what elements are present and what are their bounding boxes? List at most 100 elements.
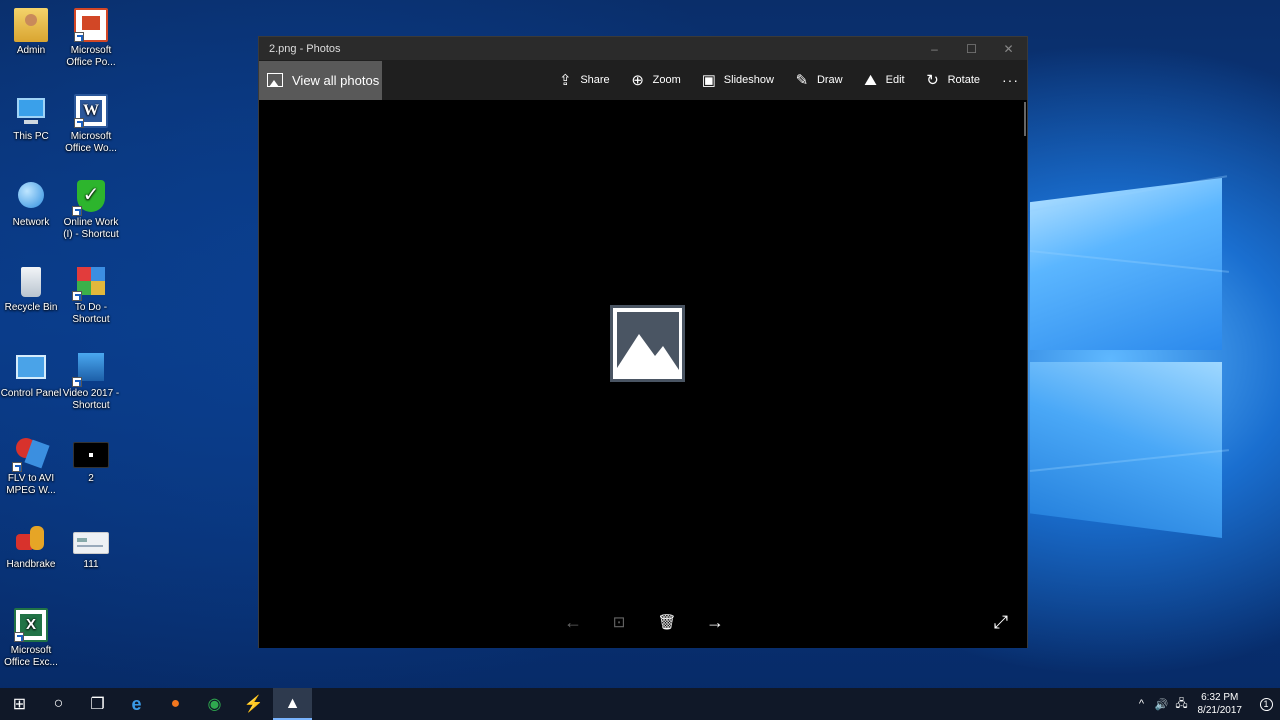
powerpoint-icon	[74, 8, 108, 42]
slideshow-label: Slideshow	[723, 74, 774, 86]
fullscreen-icon[interactable]: ⤢	[989, 610, 1013, 634]
delete-icon[interactable]: 🗑	[655, 610, 679, 634]
photo-canvas[interactable]: ← ⊡ 🗑 → ⤢	[259, 100, 1027, 648]
shield-check-icon: ✓	[72, 180, 108, 216]
present-icon[interactable]: ⊡	[607, 610, 631, 634]
excel-icon: X	[14, 608, 48, 642]
toolbar: View all photos ⇪ Share ⊕ Zoom ▣ Slidesh…	[259, 60, 1027, 100]
mountain-icon	[617, 312, 679, 376]
word-icon: W	[74, 94, 108, 128]
desktop-icon-label: Network	[12, 217, 50, 228]
desktop-icon-control-panel[interactable]: Control Panel	[0, 351, 62, 400]
firefox-taskbar-icon[interactable]: ●	[156, 688, 195, 720]
desktop-icon-label: Microsoft Office Exc...	[4, 645, 58, 668]
desktop-icon-label: Microsoft Office Po...	[66, 45, 116, 68]
chevron-up-icon[interactable]: ^	[1133, 698, 1151, 710]
desktop-icon-label: Recycle Bin	[4, 302, 58, 313]
zoom-button[interactable]: ⊕ Zoom	[629, 71, 681, 89]
desktop-icon-label: This PC	[13, 131, 49, 142]
desktop-icon-label: Microsoft Office Wo...	[65, 131, 117, 154]
system-tray: ^ 🔊 🖧 6:32 PM 8/21/2017 1	[1132, 688, 1280, 720]
image-thumbnail-icon	[73, 532, 109, 554]
edge-taskbar-icon[interactable]: e	[117, 688, 156, 720]
converter-icon	[12, 436, 50, 472]
more-options-button[interactable]: ···	[1002, 72, 1019, 88]
draw-label: Draw	[816, 74, 843, 86]
clock-time: 6:32 PM	[1201, 692, 1239, 703]
network-icon[interactable]: 🖧	[1173, 695, 1191, 714]
photos-taskbar-icon[interactable]: ▲	[273, 688, 312, 720]
rotate-button[interactable]: ↻ Rotate	[924, 71, 980, 89]
share-button[interactable]: ⇪ Share	[556, 71, 610, 89]
draw-button[interactable]: ✎ Draw	[793, 71, 843, 89]
desktop-icon-word[interactable]: W Microsoft Office Wo...	[60, 94, 122, 155]
maximize-button[interactable]: ☐	[953, 37, 990, 60]
desktop-icon-label: Handbrake	[6, 559, 56, 570]
close-button[interactable]: ✕	[990, 37, 1027, 60]
window-title: 2.png - Photos	[269, 42, 341, 55]
desktop-icon-label: Admin	[16, 45, 46, 56]
user-folder-icon	[14, 8, 48, 42]
share-icon: ⇪	[559, 71, 572, 89]
desktop-icon-this-pc[interactable]: This PC	[0, 94, 62, 143]
desktop-icon-handbrake[interactable]: Handbrake	[0, 522, 62, 571]
computer-icon	[14, 94, 48, 128]
todo-app-icon	[72, 265, 108, 301]
scrollbar[interactable]	[1024, 102, 1026, 136]
app-taskbar-icon[interactable]: ⚡	[234, 688, 273, 720]
desktop-icon-online-work[interactable]: ✓ Online Work (I) - Shortcut	[60, 180, 122, 241]
desktop-icon-file-2[interactable]: 2	[60, 436, 122, 485]
notification-icon[interactable]: 1	[1252, 688, 1280, 720]
view-all-label: View all photos	[292, 72, 380, 88]
desktop-icon-excel[interactable]: X Microsoft Office Exc...	[0, 608, 62, 669]
desktop-icon-recycle-bin[interactable]: Recycle Bin	[0, 265, 62, 314]
image-placeholder-icon	[610, 305, 685, 382]
desktop-icon-flv-to-avi[interactable]: FLV to AVI MPEG W...	[0, 436, 62, 497]
share-label: Share	[580, 74, 610, 86]
desktop-icon-video-2017[interactable]: Video 2017 - Shortcut	[60, 351, 122, 412]
wallpaper-pane	[1030, 362, 1222, 538]
notification-count: 1	[1259, 697, 1273, 711]
task-view-button[interactable]: ❐	[78, 688, 117, 720]
clock-date: 8/21/2017	[1197, 705, 1243, 716]
edit-button[interactable]: ⛰ Edit	[862, 71, 905, 89]
desktop-icon-todo[interactable]: To Do - Shortcut	[60, 265, 122, 326]
handbrake-icon	[14, 522, 48, 556]
desktop-icon-powerpoint[interactable]: Microsoft Office Po...	[60, 8, 122, 69]
desktop-icon-label: 111	[83, 559, 99, 570]
next-arrow-icon[interactable]: →	[703, 610, 727, 634]
desktop-icon-file-111[interactable]: 111	[60, 522, 122, 571]
toolbar-actions: ⇪ Share ⊕ Zoom ▣ Slideshow ✎ Draw ⛰ Edit…	[537, 60, 1019, 100]
photos-window: 2.png - Photos – ☐ ✕ View all photos ⇪ S…	[258, 36, 1028, 648]
slideshow-button[interactable]: ▣ Slideshow	[700, 71, 774, 89]
title-bar[interactable]: 2.png - Photos – ☐ ✕	[259, 37, 1027, 60]
edit-label: Edit	[885, 74, 905, 86]
desktop-icon-network[interactable]: Network	[0, 180, 62, 229]
zoom-icon: ⊕	[631, 71, 644, 89]
bottom-controls: ← ⊡ 🗑 → ⤢	[259, 610, 1027, 634]
view-all-photos-button[interactable]: View all photos	[259, 60, 382, 100]
video-app-icon	[72, 351, 108, 387]
network-icon	[14, 180, 48, 214]
desktop-icon-label: Video 2017 - Shortcut	[62, 388, 120, 411]
clock[interactable]: 6:32 PM 8/21/2017	[1198, 691, 1243, 717]
cortana-button[interactable]: ○	[39, 688, 78, 720]
photo-icon	[267, 73, 283, 87]
desktop-icon-label: Control Panel	[0, 388, 62, 399]
zoom-label: Zoom	[652, 74, 681, 86]
chrome-taskbar-icon[interactable]: ◉	[195, 688, 234, 720]
start-button[interactable]: ⊞	[0, 688, 39, 720]
image-thumbnail-icon	[73, 442, 109, 468]
minimize-button[interactable]: –	[916, 37, 953, 60]
desktop-icon-label: Online Work (I) - Shortcut	[63, 217, 119, 240]
recycle-bin-icon	[14, 265, 48, 299]
desktop-icon-label: 2	[88, 473, 94, 484]
rotate-icon: ↻	[926, 71, 939, 89]
volume-icon[interactable]: 🔊	[1153, 698, 1171, 711]
slideshow-icon: ▣	[701, 71, 716, 89]
draw-icon: ✎	[795, 71, 809, 89]
taskbar: ⊞ ○ ❐ e ● ◉ ⚡ ▲ ^ 🔊 🖧 6:32 PM 8/21/2017 …	[0, 688, 1280, 720]
desktop-icon-admin[interactable]: Admin	[0, 8, 62, 57]
control-panel-icon	[14, 351, 48, 385]
previous-arrow-icon[interactable]: ←	[561, 610, 585, 634]
